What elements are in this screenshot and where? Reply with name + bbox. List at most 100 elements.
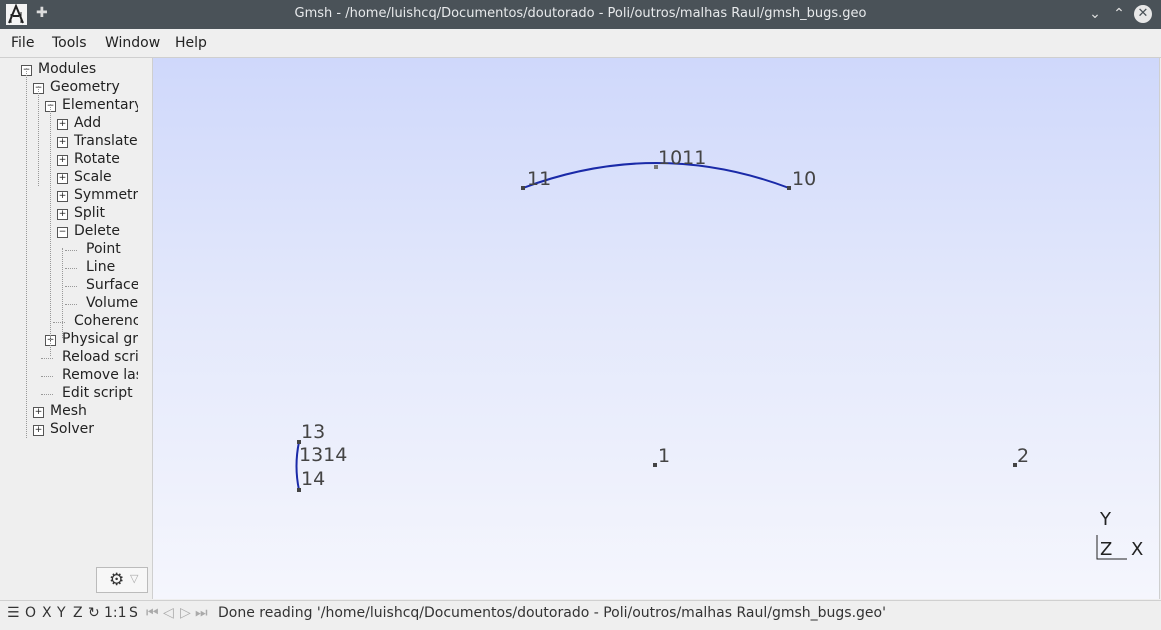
tree-connector	[41, 394, 53, 395]
expand-icon[interactable]: +	[33, 425, 44, 436]
tree-guide-line	[38, 86, 39, 186]
label-curve-1314: 1314	[299, 444, 347, 466]
expand-icon[interactable]: +	[57, 191, 68, 202]
menu-tools[interactable]: Tools	[52, 35, 87, 51]
tree-item-label: Remove last	[62, 367, 138, 383]
rotate-icon[interactable]: ↻	[88, 605, 100, 621]
tree-item-label: Coherence	[74, 313, 138, 329]
tree-item-add[interactable]: + Add	[0, 115, 138, 133]
label-point-14: 14	[301, 468, 325, 490]
tree-item-reload-script[interactable]: Reload script	[0, 349, 138, 367]
tree-item-label: Geometry	[50, 79, 120, 95]
scale-button[interactable]: 1:1	[104, 605, 127, 621]
tree-item-label: Elementary	[62, 97, 138, 113]
tree-item-label: Modules	[38, 61, 97, 77]
expand-icon[interactable]: +	[33, 407, 44, 418]
tree-connector	[41, 358, 53, 359]
tree-item-rotate[interactable]: + Rotate	[0, 151, 138, 169]
menu-bar: File Tools Window Help	[0, 29, 1161, 58]
tree-connector	[65, 304, 77, 305]
view-x-button[interactable]: X	[42, 605, 52, 621]
title-bar: ✚ Gmsh - /home/luishcq/Documentos/doutor…	[0, 0, 1161, 29]
collapse-icon[interactable]: −	[57, 227, 68, 238]
tree-connector	[65, 286, 77, 287]
hamburger-icon[interactable]: ☰	[7, 605, 20, 621]
tree-item-label: Mesh	[50, 403, 87, 419]
menu-window[interactable]: Window	[105, 35, 160, 51]
expand-icon[interactable]: +	[57, 209, 68, 220]
tree-item-surface[interactable]: Surface	[0, 277, 138, 295]
axes-indicator: Y Z X	[1096, 509, 1143, 560]
tree-item-geometry[interactable]: − Geometry	[0, 79, 138, 97]
tree-item-delete[interactable]: − Delete	[0, 223, 138, 241]
tree-item-label: Symmetry	[74, 187, 138, 203]
expand-icon[interactable]: +	[57, 119, 68, 130]
graphics-viewport[interactable]: 11 1011 10 13 1314 14 1 2 Y Z X	[152, 58, 1160, 599]
tree-item-label: Solver	[50, 421, 94, 437]
tree-item-label: Point	[86, 241, 121, 257]
tree-connector	[65, 250, 77, 251]
tree-item-symmetry[interactable]: + Symmetry	[0, 187, 138, 205]
tree-item-scale[interactable]: + Scale	[0, 169, 138, 187]
tree-item-mesh[interactable]: + Mesh	[0, 403, 138, 421]
tree-item-translate[interactable]: + Translate	[0, 133, 138, 151]
close-icon[interactable]: ✕	[1134, 5, 1152, 23]
label-curve-1011: 1011	[658, 147, 706, 169]
geometry-canvas[interactable]: 11 1011 10 13 1314 14 1 2 Y Z X	[153, 58, 1159, 599]
axis-z-label: Z	[1100, 539, 1112, 560]
tree-item-split[interactable]: + Split	[0, 205, 138, 223]
tree-item-coherence[interactable]: Coherence	[0, 313, 138, 331]
view-o-button[interactable]: O	[25, 605, 36, 621]
tree-item-volume[interactable]: Volume	[0, 295, 138, 313]
label-point-13: 13	[301, 421, 325, 443]
tree-item-label: Volume	[86, 295, 138, 311]
tree-item-modules[interactable]: − Modules	[0, 61, 138, 79]
tree-item-edit-script[interactable]: Edit script	[0, 385, 138, 403]
tree-item-solver[interactable]: + Solver	[0, 421, 138, 439]
tree-item-label: Delete	[74, 223, 120, 239]
tree-item-label: Rotate	[74, 151, 120, 167]
prev-step-icon[interactable]: ◁	[163, 605, 174, 621]
point-1	[653, 463, 657, 467]
gear-icon: ⚙	[109, 570, 125, 590]
expand-icon[interactable]: +	[57, 155, 68, 166]
tree-connector	[41, 376, 53, 377]
next-step-icon[interactable]: ⏭	[195, 605, 208, 621]
axis-y-label: Y	[1099, 509, 1112, 530]
expand-icon[interactable]: +	[57, 137, 68, 148]
tree-connector	[53, 322, 65, 323]
minimize-icon[interactable]: ⌄	[1085, 4, 1105, 24]
tree-item-physical-groups[interactable]: +Physical groups	[0, 331, 138, 349]
options-button[interactable]: ⚙ ▽	[96, 567, 148, 593]
tree-guide-line	[26, 68, 27, 438]
tree-item-label: Physical groups	[62, 331, 138, 347]
tree-guide-line	[62, 248, 63, 338]
menu-help[interactable]: Help	[175, 35, 207, 51]
status-bar: ☰ O X Y Z ↻ 1:1 S ⏮ ◁ ▷ ⏭ Done reading '…	[0, 600, 1161, 630]
expand-icon[interactable]: +	[57, 173, 68, 184]
point-11	[521, 186, 525, 190]
module-tree: − Modules − Geometry − Elementary + Add + Transla…	[0, 58, 152, 600]
point-10	[787, 186, 791, 190]
tree-item-remove-last[interactable]: Remove last	[0, 367, 138, 385]
select-s-button[interactable]: S	[129, 605, 138, 621]
play-icon[interactable]: ▷	[180, 605, 191, 621]
label-point-2: 2	[1017, 445, 1029, 467]
first-step-icon[interactable]: ⏮	[146, 605, 159, 621]
maximize-icon[interactable]: ⌃	[1109, 4, 1129, 24]
menu-file[interactable]: File	[11, 35, 34, 51]
tree-guide-line	[50, 104, 51, 356]
label-point-1: 1	[658, 445, 670, 467]
tree-item-label: Translate	[74, 133, 138, 149]
status-message: Done reading '/home/luishcq/Documentos/d…	[218, 605, 886, 621]
label-point-10: 10	[792, 168, 816, 190]
tree-item-label: Scale	[74, 169, 112, 185]
view-z-button[interactable]: Z	[73, 605, 83, 621]
tree-item-point[interactable]: Point	[0, 241, 138, 259]
tree-item-line[interactable]: Line	[0, 259, 138, 277]
tree-item-label: Split	[74, 205, 106, 221]
tree-item-label: Reload script	[62, 349, 138, 365]
tree-item-label: Edit script	[62, 385, 133, 401]
tree-item-elementary[interactable]: − Elementary	[0, 97, 138, 115]
view-y-button[interactable]: Y	[57, 605, 66, 621]
